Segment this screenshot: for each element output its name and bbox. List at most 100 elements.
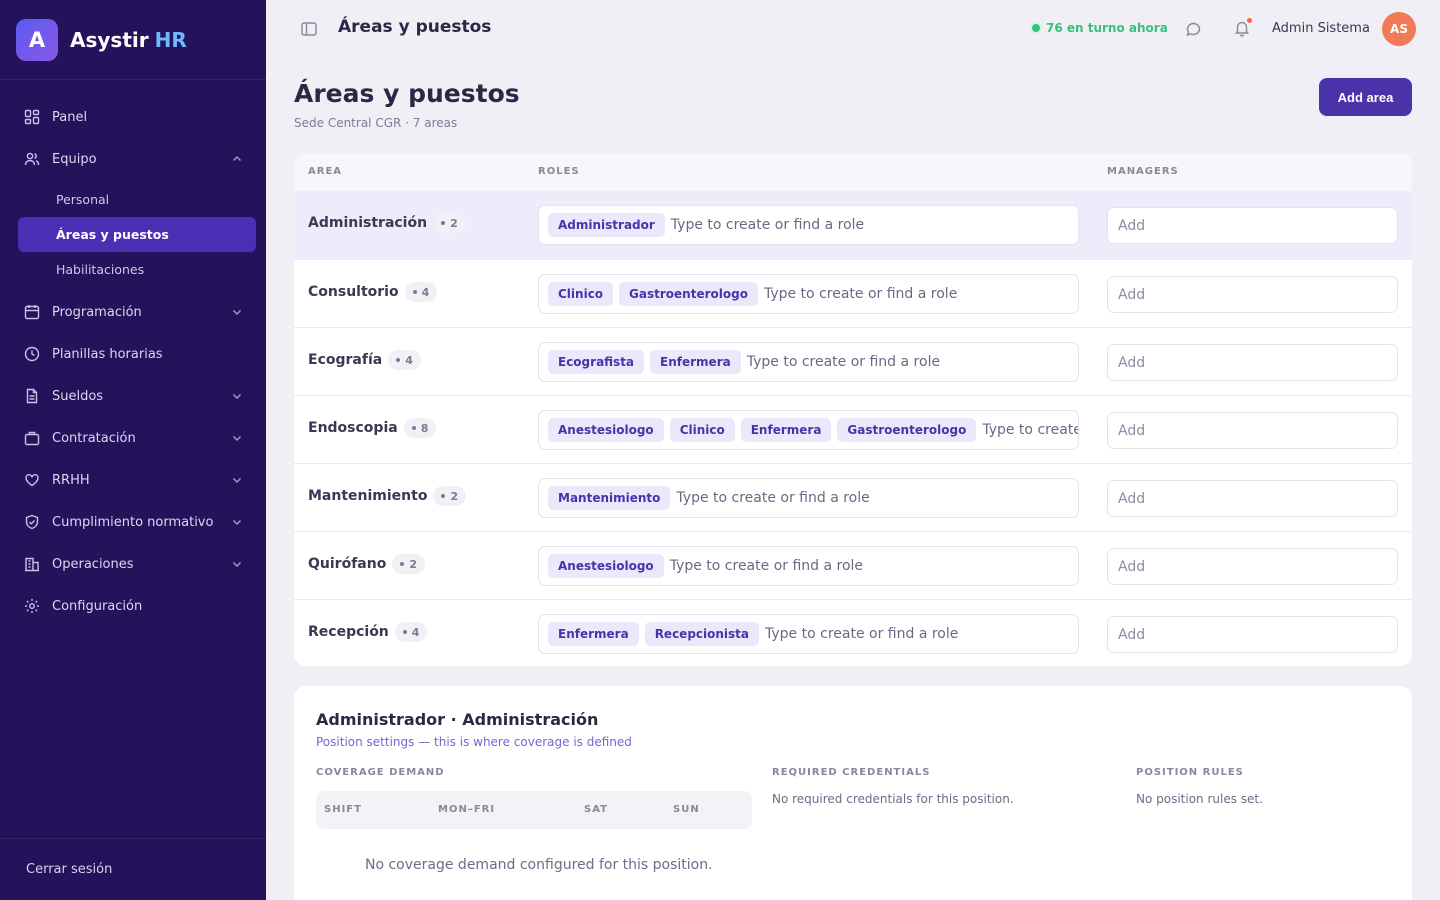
area-name[interactable]: Endoscopia 8 <box>308 418 437 438</box>
sidebar-item-equipo[interactable]: Equipo <box>0 138 266 180</box>
brand-suffix: HR <box>154 27 187 52</box>
role-chip[interactable]: Clinico <box>669 418 735 442</box>
roles-input[interactable]: Mantenimiento Type to create or find a ro… <box>538 478 1079 518</box>
coverage-empty-message: No coverage demand configured for this p… <box>365 857 713 873</box>
chevron-up-icon <box>233 156 241 161</box>
table-row[interactable]: Mantenimiento 2 Mantenimiento Type to creat… <box>294 463 1412 531</box>
table-row[interactable]: Ecografía 4 Ecografista Enfermera Type to cr… <box>294 327 1412 395</box>
gear-icon <box>25 599 39 613</box>
role-chip[interactable]: Clinico <box>548 282 614 306</box>
role-chip[interactable]: Enfermera <box>740 418 832 442</box>
role-search-placeholder[interactable]: Type to create or find a role <box>765 626 958 642</box>
calendar-icon <box>24 305 40 320</box>
role-chip[interactable]: Recepcionista <box>644 622 760 646</box>
user-name[interactable]: Admin Sistema <box>1272 21 1370 36</box>
role-chip[interactable]: Enfermera <box>650 350 741 374</box>
position-rules-text: No position rules set. <box>1136 792 1263 806</box>
role-search-placeholder[interactable]: Type to create or find a role <box>747 354 940 370</box>
managers-input[interactable]: Add <box>1107 548 1398 585</box>
table-row[interactable]: Recepción 4 Enfermera Recepcionista Type to … <box>294 599 1412 666</box>
sidebar-item-areas-y-puestos[interactable]: Áreas y puestos <box>18 217 256 252</box>
roles-input[interactable]: Anestesiologo Type to create or find a ro… <box>538 546 1079 586</box>
role-chip[interactable]: Anestesiologo <box>548 418 664 442</box>
count-dot <box>402 630 407 634</box>
sidebar-subnav-equipo: Personal Áreas y puestos Habilitaciones <box>0 180 266 291</box>
clock-icon <box>24 346 40 362</box>
sidebar-item-label: Cumplimiento normativo <box>52 514 214 530</box>
managers-input[interactable]: Add <box>1107 616 1398 653</box>
roles-input[interactable]: Administrador Type to create or find a ro… <box>538 205 1079 245</box>
brand[interactable]: A Asystir HR <box>0 0 266 80</box>
role-search-placeholder[interactable]: Type to create or find a role <box>982 422 1078 438</box>
chat-icon[interactable] <box>1185 21 1202 38</box>
roles-input[interactable]: Anestesiologo Clinico Enfermera Gastroenter… <box>538 410 1079 450</box>
managers-input[interactable]: Add <box>1107 412 1398 449</box>
roles-input[interactable]: Enfermera Recepcionista Type to create or … <box>538 614 1079 654</box>
role-chip[interactable]: Ecografista <box>548 350 645 374</box>
sidebar-item-rrhh[interactable]: RRHH <box>0 459 266 501</box>
required-credentials-label: REQUIRED CREDENTIALS <box>772 767 931 778</box>
on-shift-status[interactable]: 76 en turno ahora <box>1032 21 1168 35</box>
area-name[interactable]: Ecografía 4 <box>308 350 421 370</box>
notification-dot <box>1247 18 1252 23</box>
chevron-down-icon <box>233 562 241 567</box>
table-row[interactable]: Quirófano 2 Anestesiologo Type to create or… <box>294 531 1412 599</box>
table-row[interactable]: Administración 2 Administrador Type to crea… <box>294 191 1412 259</box>
role-chip[interactable]: Gastroenterologo <box>837 418 977 442</box>
coverage-table-header: SHIFT MON–FRI SAT SUN <box>316 791 752 829</box>
logout-button[interactable]: Cerrar sesión <box>0 838 266 900</box>
managers-input[interactable]: Add <box>1107 344 1398 381</box>
role-search-placeholder[interactable]: Type to create or find a role <box>764 286 957 302</box>
managers-input[interactable]: Add <box>1107 276 1398 313</box>
sidebar-item-contratacion[interactable]: Contratación <box>0 417 266 459</box>
count-dot <box>441 221 446 225</box>
position-detail-title: Administrador · Administración <box>316 710 599 729</box>
avatar[interactable]: AS <box>1382 12 1416 46</box>
area-name-text: Administración <box>308 215 428 231</box>
role-count-badge: 4 <box>388 350 421 370</box>
position-detail-subtitle: Position settings — this is where covera… <box>316 735 632 749</box>
sidebar-item-panel[interactable]: Panel <box>0 96 266 138</box>
sidebar-toggle-icon[interactable] <box>300 20 318 38</box>
required-credentials-text: No required credentials for this positio… <box>772 792 1014 806</box>
topbar: Áreas y puestos 76 en turno ahora Admin … <box>266 0 1440 58</box>
sidebar-item-sueldos[interactable]: Sueldos <box>0 375 266 417</box>
sidebar-item-operaciones[interactable]: Operaciones <box>0 543 266 585</box>
sidebar-item-programacion[interactable]: Programación <box>0 291 266 333</box>
coverage-header-sat: SAT <box>584 804 608 815</box>
area-name[interactable]: Mantenimiento 2 <box>308 486 467 506</box>
managers-input[interactable]: Add <box>1107 480 1398 517</box>
chevron-down-icon <box>233 310 241 315</box>
position-rules-label: POSITION RULES <box>1136 767 1244 778</box>
roles-input[interactable]: Ecografista Enfermera Type to create or fi… <box>538 342 1079 382</box>
sidebar-item-configuracion[interactable]: Configuración <box>0 585 266 627</box>
role-chip[interactable]: Gastroenterologo <box>619 282 758 306</box>
role-chip[interactable]: Enfermera <box>548 622 639 646</box>
role-search-placeholder[interactable]: Type to create or find a role <box>670 558 863 574</box>
area-name-text: Endoscopia <box>308 420 398 436</box>
role-search-placeholder[interactable]: Type to create or find a role <box>676 490 869 506</box>
count-dot <box>400 562 405 566</box>
roles-input[interactable]: Clinico Gastroenterologo Type to create or… <box>538 274 1079 314</box>
role-chip[interactable]: Mantenimiento <box>548 486 671 510</box>
sidebar-item-label: Programación <box>52 304 142 320</box>
sidebar-item-habilitaciones[interactable]: Habilitaciones <box>18 252 256 287</box>
area-name[interactable]: Consultorio 4 <box>308 282 438 302</box>
area-name[interactable]: Administración 2 <box>308 213 466 233</box>
sidebar-item-cumplimiento-normativo[interactable]: Cumplimiento normativo <box>0 501 266 543</box>
table-row[interactable]: Endoscopia 8 Anestesiologo Clinico Enfermera… <box>294 395 1412 463</box>
table-row[interactable]: Consultorio 4 Clinico Gastroenterologo Type … <box>294 259 1412 327</box>
add-area-button[interactable]: Add area <box>1319 78 1412 116</box>
sidebar-item-personal[interactable]: Personal <box>18 182 256 217</box>
managers-input[interactable]: Add <box>1107 207 1398 244</box>
sidebar: A Asystir HR Panel Equipo Personal Áreas … <box>0 0 266 900</box>
role-chip[interactable]: Administrador <box>548 213 665 237</box>
sidebar-item-planillas-horarias[interactable]: Planillas horarias <box>0 333 266 375</box>
area-name[interactable]: Recepción 4 <box>308 622 428 642</box>
role-count-badge: 2 <box>433 213 466 233</box>
role-chip[interactable]: Anestesiologo <box>548 554 664 578</box>
sidebar-item-label: RRHH <box>52 472 90 488</box>
area-name[interactable]: Quirófano 2 <box>308 554 425 574</box>
role-search-placeholder[interactable]: Type to create or find a role <box>671 217 864 233</box>
page-title: Áreas y puestos <box>294 79 520 108</box>
